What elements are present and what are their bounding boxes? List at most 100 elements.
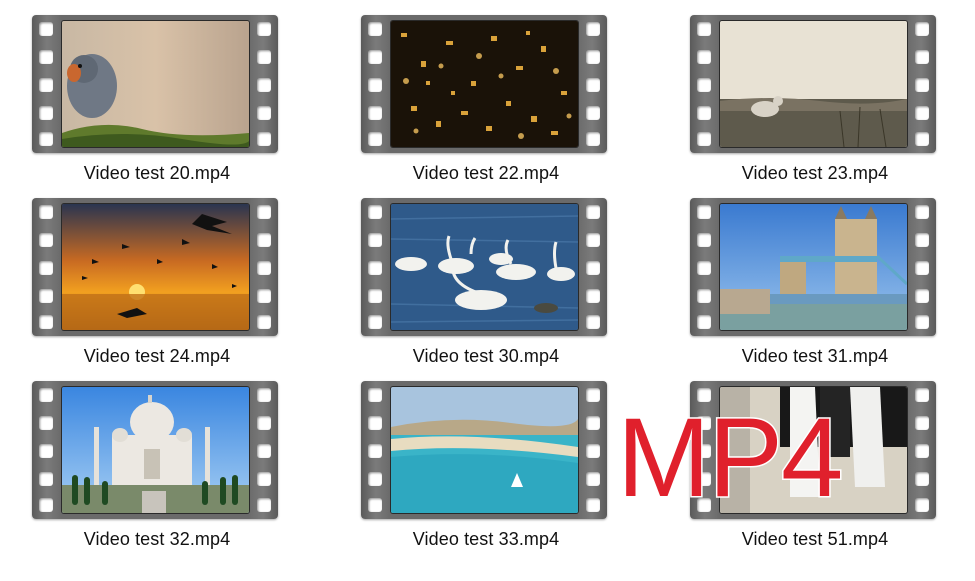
film-perforation: [368, 472, 382, 486]
film-perforation: [368, 106, 382, 120]
video-thumbnail: [391, 387, 578, 513]
film-perforation: [39, 289, 53, 303]
mp4-format-label: MP4: [615, 395, 844, 520]
video-file-name: Video test 30.mp4: [412, 346, 560, 366]
film-perforation: [257, 472, 271, 486]
film-perforation: [368, 289, 382, 303]
film-perforation: [257, 498, 271, 512]
film-perforation: [39, 233, 53, 247]
film-perforation: [915, 50, 929, 64]
film-perforation: [368, 388, 382, 402]
film-perforation: [368, 498, 382, 512]
film-perforation: [915, 106, 929, 120]
film-perforation: [915, 315, 929, 329]
film-perforation: [915, 416, 929, 430]
film-perforation: [257, 261, 271, 275]
film-perforation: [368, 315, 382, 329]
film-perforation: [39, 472, 53, 486]
film-perforation: [39, 261, 53, 275]
film-strip-icon: [32, 15, 278, 153]
film-perforation: [257, 444, 271, 458]
film-perforation: [915, 132, 929, 146]
film-perforation: [915, 444, 929, 458]
film-perforation: [915, 472, 929, 486]
film-perforation: [586, 498, 600, 512]
video-file-name: Video test 23.mp4: [741, 163, 889, 183]
video-file-tile[interactable]: Video test 33.mp4: [359, 381, 609, 556]
film-perforation: [915, 78, 929, 92]
film-perforation: [368, 50, 382, 64]
video-file-tile[interactable]: Video test 20.mp4: [30, 15, 280, 190]
film-perforation: [915, 498, 929, 512]
film-perforation: [697, 22, 711, 36]
film-perforation: [368, 22, 382, 36]
film-perforation: [39, 388, 53, 402]
film-strip-icon: [32, 198, 278, 336]
video-thumbnail: [391, 204, 578, 330]
video-file-name: Video test 24.mp4: [83, 346, 231, 366]
film-perforation: [39, 78, 53, 92]
film-strip-icon: [690, 15, 936, 153]
film-perforation: [915, 289, 929, 303]
film-perforation: [39, 22, 53, 36]
video-file-name: Video test 51.mp4: [741, 529, 889, 549]
film-perforation: [39, 498, 53, 512]
film-perforation: [257, 132, 271, 146]
film-perforation: [915, 22, 929, 36]
film-perforation: [915, 261, 929, 275]
film-strip-icon: [690, 198, 936, 336]
film-perforation: [257, 289, 271, 303]
video-thumbnail: [720, 21, 907, 147]
film-perforation: [368, 261, 382, 275]
film-perforation: [257, 50, 271, 64]
film-perforation: [368, 132, 382, 146]
video-thumbnail: [62, 204, 249, 330]
video-file-tile[interactable]: Video test 32.mp4: [30, 381, 280, 556]
film-perforation: [257, 388, 271, 402]
film-perforation: [257, 315, 271, 329]
film-perforation: [257, 233, 271, 247]
film-perforation: [586, 315, 600, 329]
film-perforation: [39, 315, 53, 329]
film-perforation: [697, 205, 711, 219]
film-perforation: [586, 261, 600, 275]
film-perforation: [586, 106, 600, 120]
film-perforation: [368, 78, 382, 92]
film-perforation: [586, 416, 600, 430]
film-perforation: [586, 444, 600, 458]
film-perforation: [39, 205, 53, 219]
film-perforation: [697, 289, 711, 303]
film-perforation: [586, 472, 600, 486]
film-perforation: [697, 261, 711, 275]
video-file-tile[interactable]: Video test 24.mp4: [30, 198, 280, 373]
film-perforation: [915, 388, 929, 402]
film-perforation: [915, 205, 929, 219]
film-perforation: [257, 106, 271, 120]
film-perforation: [697, 132, 711, 146]
film-perforation: [368, 205, 382, 219]
film-perforation: [39, 50, 53, 64]
video-file-tile[interactable]: Video test 30.mp4: [359, 198, 609, 373]
film-perforation: [697, 233, 711, 247]
film-strip-icon: [361, 381, 607, 519]
film-perforation: [586, 388, 600, 402]
video-file-tile[interactable]: Video test 22.mp4: [359, 15, 609, 190]
film-perforation: [257, 416, 271, 430]
film-perforation: [257, 22, 271, 36]
film-perforation: [697, 106, 711, 120]
film-perforation: [697, 315, 711, 329]
film-perforation: [368, 444, 382, 458]
film-perforation: [697, 78, 711, 92]
film-perforation: [39, 416, 53, 430]
video-file-tile[interactable]: Video test 31.mp4: [688, 198, 938, 373]
video-file-name: Video test 22.mp4: [412, 163, 560, 183]
video-file-tile[interactable]: Video test 23.mp4: [688, 15, 938, 190]
video-file-name: Video test 33.mp4: [412, 529, 560, 549]
film-perforation: [586, 289, 600, 303]
film-perforation: [586, 22, 600, 36]
film-perforation: [368, 416, 382, 430]
film-perforation: [39, 106, 53, 120]
video-thumbnail: [62, 387, 249, 513]
video-file-name: Video test 20.mp4: [83, 163, 231, 183]
video-file-name: Video test 31.mp4: [741, 346, 889, 366]
